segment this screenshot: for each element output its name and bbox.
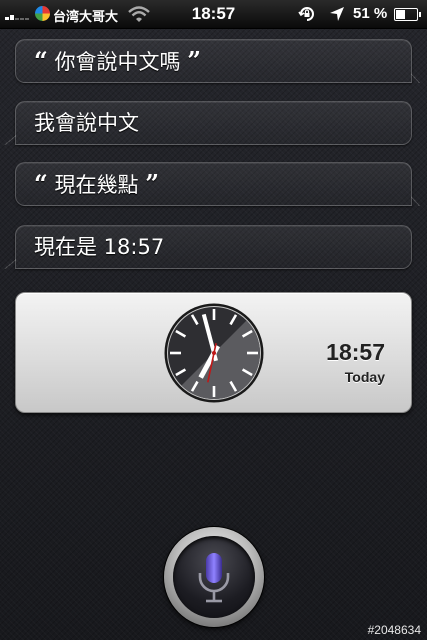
- user-utterance-bubble: “ 你會說中文嗎 ”: [15, 39, 420, 83]
- battery-percent: 51 %: [353, 5, 388, 22]
- watermark: #2048634: [367, 623, 421, 637]
- rotation-lock-icon: [298, 7, 314, 21]
- analog-clock: [164, 303, 264, 403]
- location-arrow-icon: [330, 7, 344, 21]
- user-utterance-bubble: “ 現在幾點 ”: [15, 162, 420, 206]
- clock-card[interactable]: 18:57 Today: [15, 292, 412, 413]
- carrier-name: 台湾大哥大: [53, 10, 119, 25]
- status-bar: 台湾大哥大 18:57 51 %: [0, 0, 427, 29]
- carrier-logo-icon: [35, 6, 50, 21]
- siri-response-bubble: 我會說中文: [4, 101, 412, 145]
- microphone-icon: [198, 553, 230, 603]
- user-utterance-text: 現在幾點: [54, 173, 139, 197]
- signal-icon: [5, 8, 31, 20]
- clock-center-cap: [212, 351, 216, 355]
- siri-response-text: 我會說中文: [34, 111, 139, 135]
- clock-day-label: Today: [344, 369, 385, 385]
- user-utterance-text: 你會說中文嗎: [54, 50, 181, 74]
- open-quote: “: [34, 46, 48, 75]
- wifi-icon: [128, 6, 150, 22]
- close-quote: ”: [187, 46, 201, 75]
- close-quote: ”: [145, 169, 159, 198]
- siri-response-text: 現在是 18:57: [34, 235, 165, 259]
- status-time: 18:57: [191, 4, 236, 23]
- siri-mic-button[interactable]: [164, 527, 264, 627]
- siri-response-bubble: 現在是 18:57: [4, 225, 412, 269]
- clock-time-label: 18:57: [326, 339, 385, 365]
- battery-icon: [394, 8, 421, 21]
- open-quote: “: [34, 169, 48, 198]
